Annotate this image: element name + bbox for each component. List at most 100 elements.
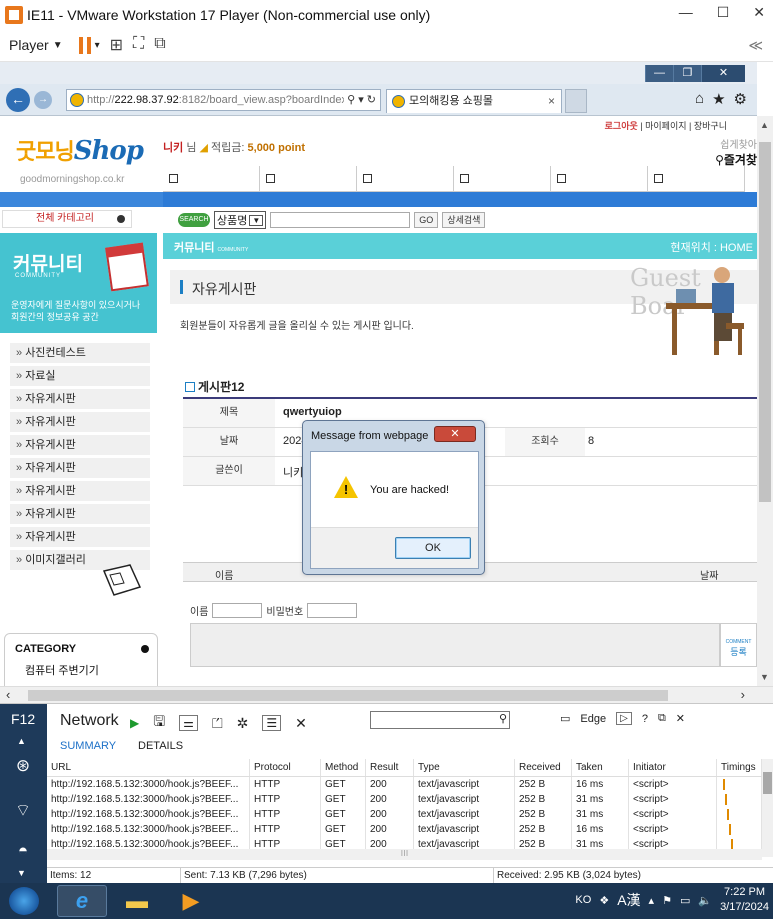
network-vertical-scrollbar[interactable] [762, 759, 773, 857]
full-screen-icon[interactable]: ⛶ [133, 35, 144, 55]
scroll-up-icon[interactable]: ▲ [760, 120, 769, 130]
close-button[interactable]: ✕ [753, 4, 765, 21]
address-bar[interactable]: http://222.98.37.92:8182/board_view.asp?… [66, 89, 381, 111]
ie-maximize-button[interactable]: ❐ [673, 65, 701, 82]
scroll-thumb[interactable] [759, 142, 771, 502]
column-header[interactable]: Taken [572, 759, 629, 776]
devtools-up-icon[interactable]: ▲ [17, 736, 26, 746]
clear-cache-icon[interactable]: ⏍ [212, 715, 223, 732]
start-button-icon[interactable] [9, 887, 39, 915]
menu-item-1[interactable] [163, 166, 260, 192]
ie-minimize-button[interactable]: — [645, 65, 673, 82]
home-icon[interactable]: ⌂ [695, 90, 704, 108]
hscroll-thumb[interactable] [28, 690, 668, 701]
column-header[interactable]: Initiator [629, 759, 717, 776]
go-button[interactable]: GO [414, 212, 439, 228]
browser-tab[interactable]: 모의해킹용 쇼핑몰 × [386, 89, 562, 113]
collapse-toolbar-icon[interactable]: ≪ [748, 37, 763, 54]
start-profiling-icon[interactable]: ▶ [130, 716, 139, 730]
show-hidden-icons-icon[interactable]: ▴ [649, 894, 655, 907]
favorites-box[interactable]: 쉽게찾아 ⚲즐겨찾 [709, 136, 757, 168]
column-header[interactable]: Result [366, 759, 414, 776]
file-explorer-taskbar-icon[interactable]: ▬ [112, 885, 162, 917]
column-header[interactable]: Protocol [250, 759, 321, 776]
ime-mode[interactable]: A漢 [617, 890, 640, 910]
mypage-link[interactable]: 마이페이지 [645, 121, 686, 131]
table-row[interactable]: http://192.168.5.132:3000/hook.js?BEEF..… [47, 807, 762, 822]
page-horizontal-scrollbar[interactable]: ‹ › [0, 686, 773, 703]
player-menu-chevron-icon[interactable]: ▼ [53, 40, 63, 51]
maximize-button[interactable]: ☐ [717, 4, 730, 21]
console-toggle-icon[interactable]: ▷ [616, 712, 632, 725]
menu-item-6[interactable] [648, 166, 745, 192]
logout-link[interactable]: 로그아웃 [605, 121, 638, 131]
ie-close-button[interactable]: ✕ [701, 65, 745, 82]
table-row[interactable]: http://192.168.5.132:3000/hook.js?BEEF..… [47, 792, 762, 807]
pause-chevron-icon[interactable]: ▾ [95, 40, 100, 51]
comment-name-input[interactable] [212, 603, 263, 618]
ok-button[interactable]: OK [395, 537, 471, 559]
player-menu[interactable]: Player [9, 37, 49, 53]
devtools-close-icon[interactable]: ✕ [676, 712, 685, 725]
network-horizontal-scrollbar[interactable]: ⁝⁝⁝ [47, 849, 762, 860]
emulation-icon[interactable]: ▭ [560, 712, 570, 725]
menu-item-3[interactable] [357, 166, 454, 192]
sidebar-item[interactable]: 자유게시판 [10, 527, 150, 547]
devtools-down-icon[interactable]: ▼ [17, 868, 26, 878]
tab-summary[interactable]: SUMMARY [60, 740, 116, 752]
dialog-close-button[interactable]: ✕ [434, 426, 476, 442]
sidebar-item[interactable]: 사진컨테스트 [10, 343, 150, 363]
column-header[interactable]: Method [321, 759, 366, 776]
network-filter-input[interactable]: ⚲ [370, 711, 510, 729]
document-mode[interactable]: Edge [580, 713, 606, 725]
comment-submit-button[interactable]: COMMENT 등록 [720, 623, 757, 667]
tab-close-icon[interactable]: × [548, 90, 555, 112]
sidebar-item[interactable]: 자유게시판 [10, 458, 150, 478]
search-input[interactable] [270, 212, 411, 228]
category-item[interactable]: 컴퓨터 주변기기 [25, 662, 99, 678]
close-session-icon[interactable]: ✕ [295, 715, 307, 732]
table-row[interactable]: http://192.168.5.132:3000/hook.js?BEEF..… [47, 777, 762, 792]
sidebar-item[interactable]: 자유게시판 [10, 504, 150, 524]
clear-entries-icon[interactable]: ☰ [262, 715, 282, 731]
back-arrow-icon[interactable]: ← [6, 88, 30, 112]
tab-details[interactable]: DETAILS [138, 740, 183, 752]
unity-icon[interactable]: ⧉ [154, 35, 165, 55]
ime-icon[interactable]: ❖ [599, 894, 609, 907]
detail-search-button[interactable]: 상세검색 [442, 212, 486, 228]
scroll-right-icon[interactable]: › [741, 687, 745, 702]
all-categories-button[interactable]: 전체 카테고리 [2, 210, 132, 228]
pause-icon[interactable] [78, 36, 91, 54]
send-ctrl-alt-del-icon[interactable]: ⊞ [110, 35, 123, 55]
comment-textarea[interactable] [190, 623, 720, 667]
network-scroll-thumb[interactable] [763, 772, 772, 794]
always-refresh-icon[interactable]: ⚌ [179, 715, 198, 731]
minimize-button[interactable]: — [679, 4, 693, 21]
sidebar-item[interactable]: 자유게시판 [10, 389, 150, 409]
scroll-left-icon[interactable]: ‹ [6, 687, 10, 702]
export-icon[interactable]: 🖫 [153, 711, 165, 735]
network-icon[interactable]: ⌔ [10, 800, 36, 822]
forward-arrow-icon[interactable]: → [34, 91, 52, 109]
undock-icon[interactable]: ⧉ [658, 712, 666, 725]
page-vertical-scrollbar[interactable]: ▲ ▼ [757, 116, 773, 686]
cart-link[interactable]: 장바구니 [694, 121, 727, 131]
clock[interactable]: 7:22 PM 3/17/2024 [720, 885, 769, 915]
menu-item-5[interactable] [551, 166, 648, 192]
column-header[interactable]: Type [414, 759, 515, 776]
ime-language[interactable]: KO [575, 894, 591, 906]
address-search-refresh-icons[interactable]: ⚲ ▾ ↻ [344, 90, 376, 110]
action-center-flag-icon[interactable]: ⚑ [662, 894, 672, 907]
network-tray-icon[interactable]: ▭ [680, 894, 690, 907]
table-row[interactable]: http://192.168.5.132:3000/hook.js?BEEF..… [47, 822, 762, 837]
comment-password-input[interactable] [307, 603, 358, 618]
performance-icon[interactable]: ◓ [10, 841, 36, 863]
sidebar-item[interactable]: 자유게시판 [10, 481, 150, 501]
clear-cookies-icon[interactable]: ✲ [237, 715, 249, 732]
new-tab-button[interactable] [565, 89, 587, 113]
sidebar-item[interactable]: 자유게시판 [10, 435, 150, 455]
media-player-taskbar-icon[interactable]: ▶ [166, 885, 216, 917]
column-header[interactable]: Timings [717, 759, 762, 776]
scroll-down-icon[interactable]: ▼ [760, 672, 769, 682]
debugger-icon[interactable]: ⊛ [10, 756, 36, 778]
